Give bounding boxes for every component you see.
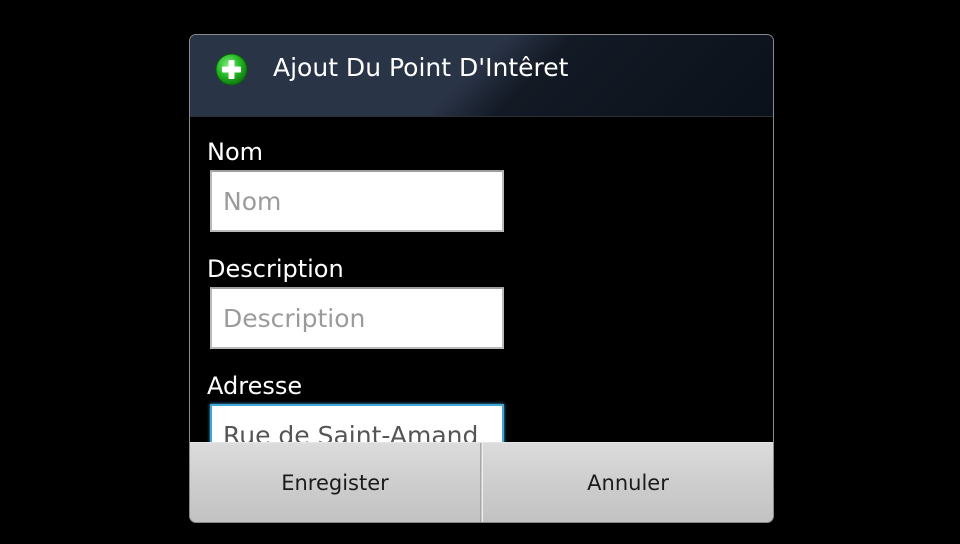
cancel-button[interactable]: Annuler <box>482 443 773 522</box>
cancel-button-label: Annuler <box>587 470 669 495</box>
save-button[interactable]: Enregister <box>190 443 481 522</box>
description-label: Description <box>207 255 344 283</box>
dialog-title: Ajout Du Point D'Intêret <box>273 53 569 82</box>
dialog-title-bar: Ajout Du Point D'Intêret <box>190 35 773 117</box>
dialog-form: Nom Description Adresse <box>190 117 773 442</box>
address-input[interactable] <box>210 404 504 442</box>
save-button-label: Enregister <box>281 470 389 495</box>
description-input[interactable] <box>210 287 504 349</box>
add-circle-icon <box>215 53 248 86</box>
address-label: Adresse <box>207 372 303 400</box>
dialog-button-bar: Enregister Annuler <box>190 442 773 522</box>
add-poi-dialog: Ajout Du Point D'Intêret Nom Description… <box>189 34 774 523</box>
name-input[interactable] <box>210 170 504 232</box>
name-label: Nom <box>207 138 264 166</box>
